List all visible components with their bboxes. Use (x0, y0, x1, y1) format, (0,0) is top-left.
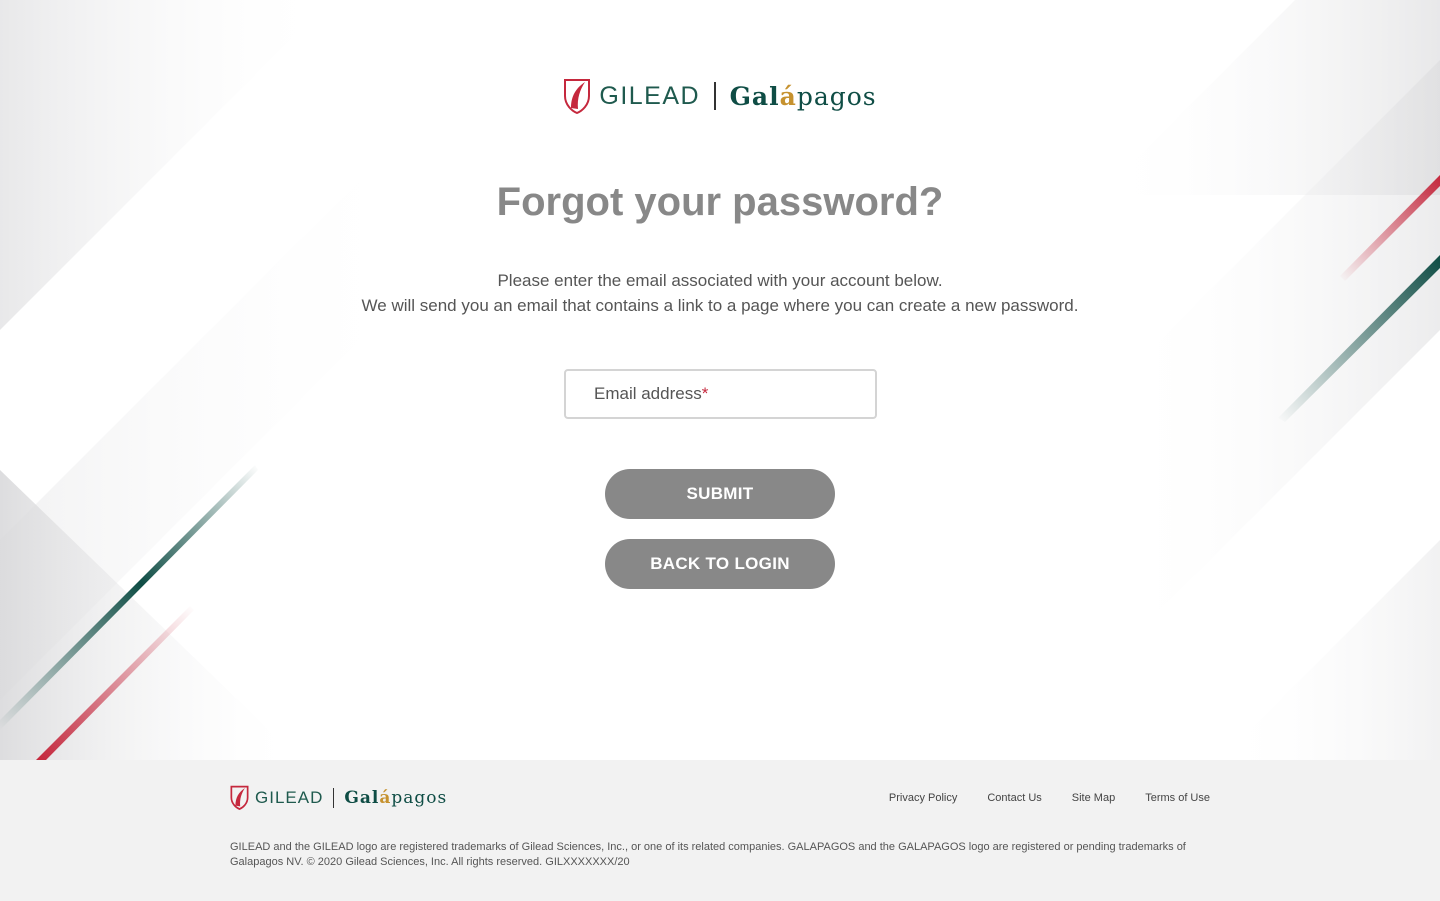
footer: GILEAD Galápagos Privacy Policy Contact … (0, 760, 1440, 901)
email-field[interactable]: Email address* (564, 369, 877, 419)
galapagos-wordmark: Galápagos (730, 82, 877, 111)
footer-links: Privacy Policy Contact Us Site Map Terms… (859, 792, 1210, 804)
footer-logo: GILEAD Galápagos (230, 785, 447, 810)
galapagos-wordmark: Galápagos (344, 788, 447, 808)
back-to-login-button[interactable]: BACK TO LOGIN (605, 539, 835, 589)
galapagos-wordmark-part-2: pagos (391, 787, 448, 808)
logo-divider (714, 82, 716, 110)
required-marker: * (701, 384, 709, 403)
logo-divider (333, 787, 335, 808)
header-logo: GILEAD Galápagos (0, 78, 1440, 114)
galapagos-wordmark-accent: á (379, 787, 392, 808)
email-field-label: Email address* (594, 384, 708, 404)
footer-link-site-map[interactable]: Site Map (1072, 792, 1115, 804)
galapagos-wordmark-accent: á (779, 81, 797, 111)
galapagos-wordmark-part-2: pagos (796, 81, 877, 111)
gilead-leaf-icon (564, 79, 591, 114)
gilead-wordmark: GILEAD (599, 81, 701, 110)
gilead-wordmark: GILEAD (255, 787, 324, 807)
page-title: Forgot your password? (496, 180, 944, 224)
email-field-label-text: Email address (594, 384, 702, 403)
footer-link-privacy-policy[interactable]: Privacy Policy (889, 792, 957, 804)
description-line-2: We will send you an email that contains … (361, 296, 1079, 315)
submit-button[interactable]: SUBMIT (605, 469, 835, 519)
page-description: Please enter the email associated with y… (0, 268, 1440, 318)
description-line-1: Please enter the email associated with y… (497, 271, 943, 290)
hero-background: GILEAD Galápagos Forgot your password? P… (0, 0, 1440, 760)
gilead-leaf-icon (230, 785, 249, 810)
footer-link-terms-of-use[interactable]: Terms of Use (1145, 792, 1210, 804)
footer-link-contact-us[interactable]: Contact Us (987, 792, 1041, 804)
legal-disclaimer: GILEAD and the GILEAD logo are registere… (230, 841, 1186, 868)
galapagos-wordmark-part-1: Gal (729, 81, 780, 111)
galapagos-wordmark-part-1: Gal (344, 787, 380, 808)
